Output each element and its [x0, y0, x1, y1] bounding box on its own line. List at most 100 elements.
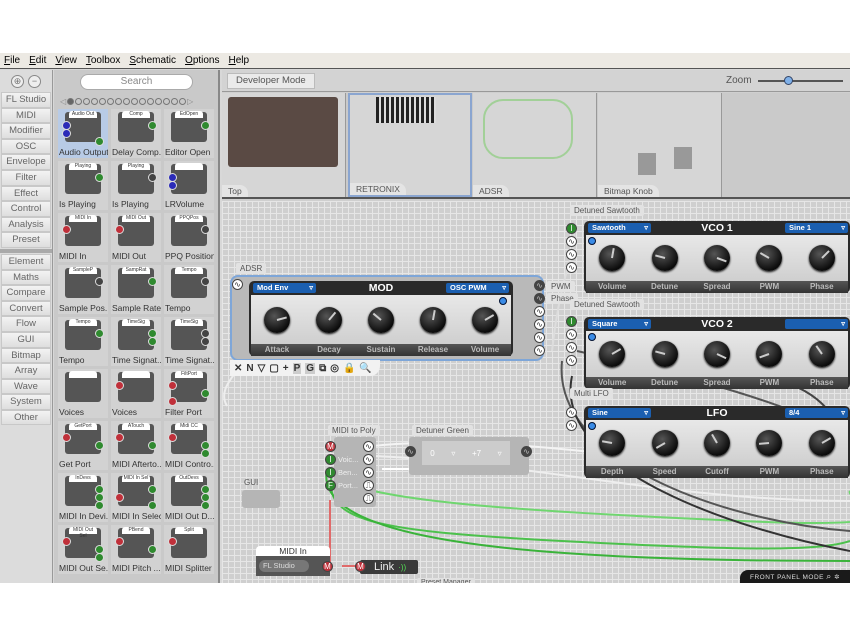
input-port[interactable]: ∿	[566, 342, 577, 353]
input-port[interactable]: ∿	[566, 236, 577, 247]
category-analysis[interactable]: Analysis	[1, 216, 51, 233]
dropdown-icon[interactable]: ▿	[498, 449, 502, 458]
thumbnail-adsr[interactable]: ADSR	[473, 93, 597, 197]
volume-knob[interactable]	[472, 306, 498, 333]
category-gui[interactable]: GUI	[1, 331, 51, 348]
menu-toolbox[interactable]: Toolbox	[86, 55, 120, 66]
developer-mode-button[interactable]: Developer Mode	[227, 73, 315, 89]
vco2-waveform-select[interactable]: Square	[588, 319, 651, 329]
pwm-output-port[interactable]: ∿	[534, 280, 545, 291]
palette-item[interactable]: Midi CC MIDI Contro...	[164, 421, 214, 470]
category-midi[interactable]: MIDI	[1, 107, 51, 124]
release-knob[interactable]	[420, 306, 446, 333]
palette-item[interactable]: Split MIDI Splitter	[164, 525, 214, 574]
delete-tool-icon[interactable]: ✕	[234, 363, 242, 374]
add-icon[interactable]: ⊕	[11, 74, 24, 88]
category-system[interactable]: System	[1, 394, 51, 410]
palette-item[interactable]: TimeSig Time Signat...	[111, 317, 161, 366]
menu-file[interactable]: File	[4, 55, 20, 66]
page-dot[interactable]	[67, 97, 75, 105]
page-dot[interactable]	[147, 97, 155, 105]
next-page-icon[interactable]: ▷	[187, 97, 193, 106]
palette-item[interactable]: MIDI Out Sel MIDI Out Se...	[58, 525, 108, 574]
input-port[interactable]: ∿	[566, 329, 577, 340]
page-dot[interactable]	[107, 97, 115, 105]
zoom-slider[interactable]	[758, 76, 843, 85]
palette-item[interactable]: ATouch MIDI Afterto...	[111, 421, 161, 470]
category-effect[interactable]: Effect	[1, 185, 51, 202]
page-dot[interactable]	[99, 97, 107, 105]
pwm-knob[interactable]	[756, 341, 783, 367]
palette-item[interactable]: MIDI In Sel MIDI In Select	[111, 473, 161, 522]
palette-item[interactable]: SampRat Sample Rate	[111, 265, 161, 314]
page-dot[interactable]	[163, 97, 171, 105]
category-fl-studio[interactable]: FL Studio	[1, 92, 51, 108]
vco2-mod-select[interactable]	[785, 319, 848, 329]
detune-knob[interactable]	[651, 341, 678, 367]
output-port[interactable]: ∿	[534, 306, 545, 317]
vco1-led[interactable]	[588, 237, 596, 245]
page-dot[interactable]	[139, 97, 147, 105]
page-dot[interactable]	[115, 97, 123, 105]
palette-item[interactable]: PBend MIDI Pitch ...	[111, 525, 161, 574]
gui-module[interactable]	[242, 490, 280, 508]
search-tool-icon[interactable]: 🔍	[359, 363, 371, 374]
page-dot[interactable]	[131, 97, 139, 105]
add-tool-icon[interactable]: +	[283, 363, 289, 374]
page-dot[interactable]	[123, 97, 131, 105]
category-wave[interactable]: Wave	[1, 378, 51, 395]
mod-led[interactable]	[499, 297, 507, 305]
category-envelope[interactable]: Envelope	[1, 154, 51, 170]
category-modifier[interactable]: Modifier	[1, 123, 51, 139]
input-port[interactable]: ∿	[566, 249, 577, 260]
mod-env-select[interactable]: Mod Env	[253, 283, 316, 293]
portamento-input-port[interactable]: F	[325, 480, 336, 491]
palette-item[interactable]: Voices	[58, 369, 108, 418]
prev-page-icon[interactable]: ◁	[60, 97, 66, 106]
category-filter[interactable]: Filter	[1, 169, 51, 186]
volume-knob[interactable]	[599, 341, 626, 367]
palette-item[interactable]: EdOpen Editor Open	[164, 109, 214, 158]
properties-tool-icon[interactable]: P	[292, 362, 302, 374]
group-tool-icon[interactable]: ⧉	[319, 363, 326, 374]
palette-item[interactable]: Tempo Tempo	[58, 317, 108, 366]
category-convert[interactable]: Convert	[1, 300, 51, 317]
triangle-tool-icon[interactable]: ▽	[258, 363, 266, 374]
poly-output-port[interactable]: ∿	[363, 467, 374, 478]
palette-item[interactable]: Tempo Tempo	[164, 265, 214, 314]
bend-input-port[interactable]: I	[325, 467, 336, 478]
vco2-led[interactable]	[588, 333, 596, 341]
palette-item[interactable]: Playing Is Playing	[111, 161, 161, 210]
menu-help[interactable]: Help	[229, 55, 250, 66]
page-dot[interactable]	[91, 97, 99, 105]
category-element[interactable]: Element	[1, 253, 51, 270]
category-bitmap[interactable]: Bitmap	[1, 347, 51, 364]
search-input[interactable]: Search	[80, 74, 193, 90]
poly-output-port[interactable]: ⎍	[363, 480, 374, 491]
palette-item[interactable]: Playing Is Playing	[58, 161, 108, 210]
volume-knob[interactable]	[599, 245, 626, 271]
menu-edit[interactable]: Edit	[29, 55, 46, 66]
sustain-knob[interactable]	[368, 306, 394, 333]
midi-in-module[interactable]: FL Studio	[256, 556, 330, 576]
adsr-input-port[interactable]: ∿	[232, 279, 243, 290]
view-tool-icon[interactable]: ◎	[330, 363, 339, 374]
palette-item[interactable]: LRVolume	[164, 161, 214, 210]
lfo-waveform-select[interactable]: Sine	[588, 408, 651, 418]
output-port[interactable]: ∿	[534, 345, 545, 356]
zoom-slider-knob[interactable]	[783, 76, 793, 85]
voices-input-port[interactable]: I	[325, 454, 336, 465]
midi-device-select[interactable]: FL Studio	[259, 560, 309, 572]
dropdown-icon[interactable]: ▿	[451, 449, 455, 458]
thumbnail-top[interactable]: Top	[222, 93, 346, 197]
lfo-led[interactable]	[588, 422, 596, 430]
palette-item[interactable]: MIDI Out MIDI Out	[111, 213, 161, 262]
detune-knob[interactable]	[651, 245, 678, 271]
schematic-canvas[interactable]: ADSR ∿ MOD Mod Env OSC PWM AttackDecaySu…	[222, 201, 850, 583]
input-port[interactable]: ∿	[566, 355, 577, 366]
palette-item[interactable]: GetPort Get Port	[58, 421, 108, 470]
category-flow[interactable]: Flow	[1, 316, 51, 332]
lfo-rate-select[interactable]: 8/4	[785, 408, 848, 418]
category-other[interactable]: Other	[1, 409, 51, 426]
link-input-port[interactable]: M	[355, 561, 366, 572]
